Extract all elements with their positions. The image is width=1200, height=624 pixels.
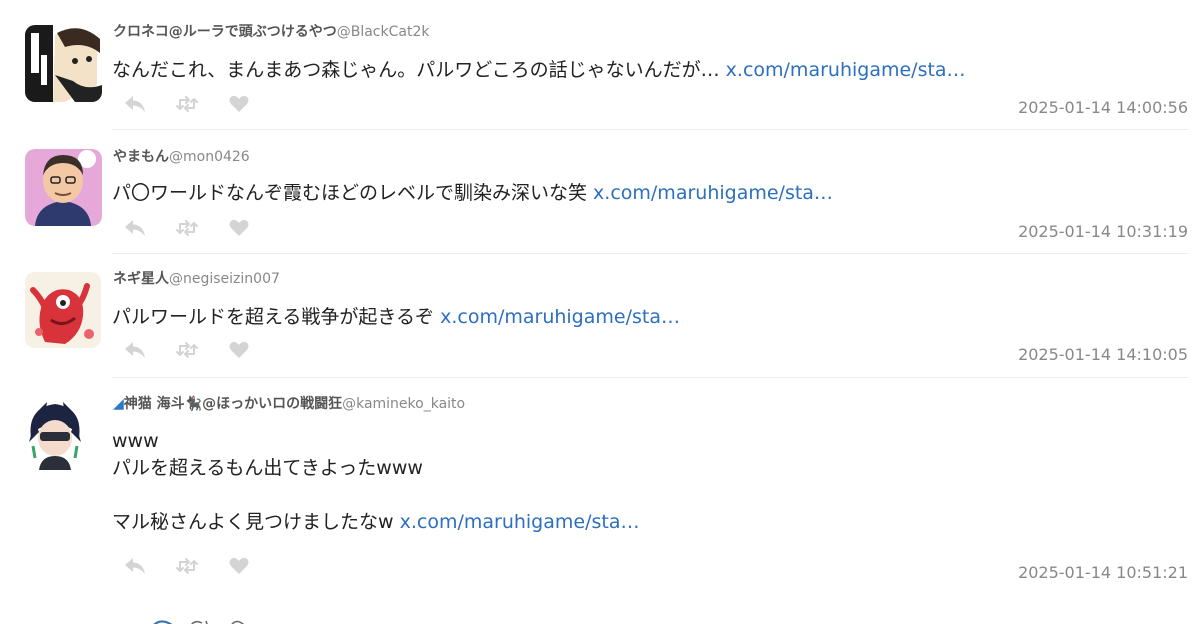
display-name[interactable]: 神猫 海斗🐈‍⬛@ほっかいロの戦闘狂 — [124, 396, 342, 412]
tweet-item: やまもん@mon0426 パ〇ワールドなんぞ霞むほどのレベルで馴染み深いな笑 x… — [0, 130, 1200, 254]
tweet-actions — [122, 94, 252, 114]
reply-button[interactable] — [122, 94, 148, 114]
tweet-text: www パルを超えるもん出てきよったwww マル秘さんよく見つけましたなw x.… — [112, 428, 639, 536]
tweet-actions — [122, 218, 252, 238]
avatar[interactable] — [25, 149, 102, 226]
tweet-header: やまもん@mon0426 — [113, 148, 250, 166]
tweet-header: クロネコ@ルーラで頭ぶつけるやつ@BlackCat2k — [113, 23, 429, 41]
tweet-actions — [122, 556, 252, 576]
like-button[interactable] — [226, 556, 252, 576]
retweet-icon — [176, 220, 198, 236]
tweet-body-text: パルワールドを超える戦争が起きるぞ — [112, 306, 441, 328]
tweet-link[interactable]: x.com/maruhigame/sta… — [400, 511, 640, 533]
user-handle[interactable]: @mon0426 — [169, 149, 250, 165]
user-handle[interactable]: @negiseizin007 — [169, 271, 280, 287]
tweet-body-text: パ〇ワールドなんぞ霞むほどのレベルで馴染み深いな笑 — [112, 182, 594, 204]
wave-icon: ◢ — [113, 396, 124, 412]
tweet-actions — [122, 340, 252, 360]
retweet-button[interactable] — [174, 556, 200, 576]
tweet-link[interactable]: x.com/maruhigame/sta… — [593, 182, 833, 204]
tweet-feed: クロネコ@ルーラで頭ぶつけるやつ@BlackCat2k なんだこれ、まんまあつ森… — [0, 0, 1200, 624]
red-creature-avatar-icon — [25, 272, 101, 348]
retweet-button[interactable] — [174, 94, 200, 114]
like-icon — [229, 557, 249, 574]
reply-icon — [125, 558, 145, 574]
manga-character-avatar-icon — [25, 25, 102, 102]
tweet-item: ◢神猫 海斗🐈‍⬛@ほっかいロの戦闘狂@kamineko_kaito www パ… — [0, 378, 1200, 610]
avatar[interactable] — [25, 272, 101, 348]
avatar[interactable] — [25, 25, 102, 102]
tweet-header: ネギ星人@negiseizin007 — [113, 270, 280, 288]
cartoon-man-avatar-icon — [25, 149, 102, 226]
tweet-body-text: www パルを超えるもん出てきよったwww マル秘さんよく見つけましたなw — [112, 430, 423, 533]
retweet-icon — [176, 342, 198, 358]
tweet-timestamp[interactable]: 2025-01-14 10:51:21 — [1018, 563, 1188, 582]
tweet-timestamp[interactable]: 2025-01-14 14:10:05 — [1018, 345, 1188, 364]
tweet-text: なんだこれ、まんまあつ森じゃん。パルワどころの話じゃないんだが… x.com/m… — [112, 57, 966, 84]
tweet-timestamp[interactable]: 2025-01-14 10:31:19 — [1018, 222, 1188, 241]
display-name[interactable]: ネギ星人 — [113, 271, 169, 287]
retweet-icon — [176, 558, 198, 574]
retweet-button[interactable] — [174, 340, 200, 360]
tweet-header: ◢神猫 海斗🐈‍⬛@ほっかいロの戦闘狂@kamineko_kaito — [113, 395, 465, 413]
like-button[interactable] — [226, 340, 252, 360]
tweet-link[interactable]: x.com/maruhigame/sta… — [726, 59, 966, 81]
reply-button[interactable] — [122, 218, 148, 238]
retweet-icon — [176, 96, 198, 112]
tweet-text: パ〇ワールドなんぞ霞むほどのレベルで馴染み深いな笑 x.com/maruhiga… — [112, 180, 833, 207]
anime-character-avatar-icon — [25, 398, 85, 470]
like-icon — [229, 341, 249, 358]
reply-button[interactable] — [122, 556, 148, 576]
like-icon — [229, 219, 249, 236]
user-handle[interactable]: @kamineko_kaito — [342, 396, 465, 412]
like-icon — [229, 95, 249, 112]
avatar[interactable] — [25, 398, 85, 470]
retweet-button[interactable] — [174, 218, 200, 238]
tweet-item: ネギ星人@negiseizin007 パルワールドを超える戦争が起きるぞ x.c… — [0, 254, 1200, 378]
reply-icon — [125, 96, 145, 112]
tweet-timestamp[interactable]: 2025-01-14 14:00:56 — [1018, 98, 1188, 117]
tweet-body-text: なんだこれ、まんまあつ森じゃん。パルワどころの話じゃないんだが… — [112, 59, 726, 81]
reply-icon — [125, 220, 145, 236]
display-name[interactable]: やまもん — [113, 149, 169, 165]
reply-button[interactable] — [122, 340, 148, 360]
like-button[interactable] — [226, 94, 252, 114]
like-button[interactable] — [226, 218, 252, 238]
tweet-link[interactable]: x.com/maruhigame/sta… — [440, 306, 680, 328]
next-item-partial — [150, 612, 270, 624]
tweet-text: パルワールドを超える戦争が起きるぞ x.com/maruhigame/sta… — [112, 304, 680, 331]
display-name[interactable]: クロネコ@ルーラで頭ぶつけるやつ — [113, 24, 337, 40]
user-handle[interactable]: @BlackCat2k — [337, 24, 430, 40]
reply-icon — [125, 342, 145, 358]
truncated-content-icon — [153, 620, 244, 624]
tweet-item: クロネコ@ルーラで頭ぶつけるやつ@BlackCat2k なんだこれ、まんまあつ森… — [0, 0, 1200, 130]
